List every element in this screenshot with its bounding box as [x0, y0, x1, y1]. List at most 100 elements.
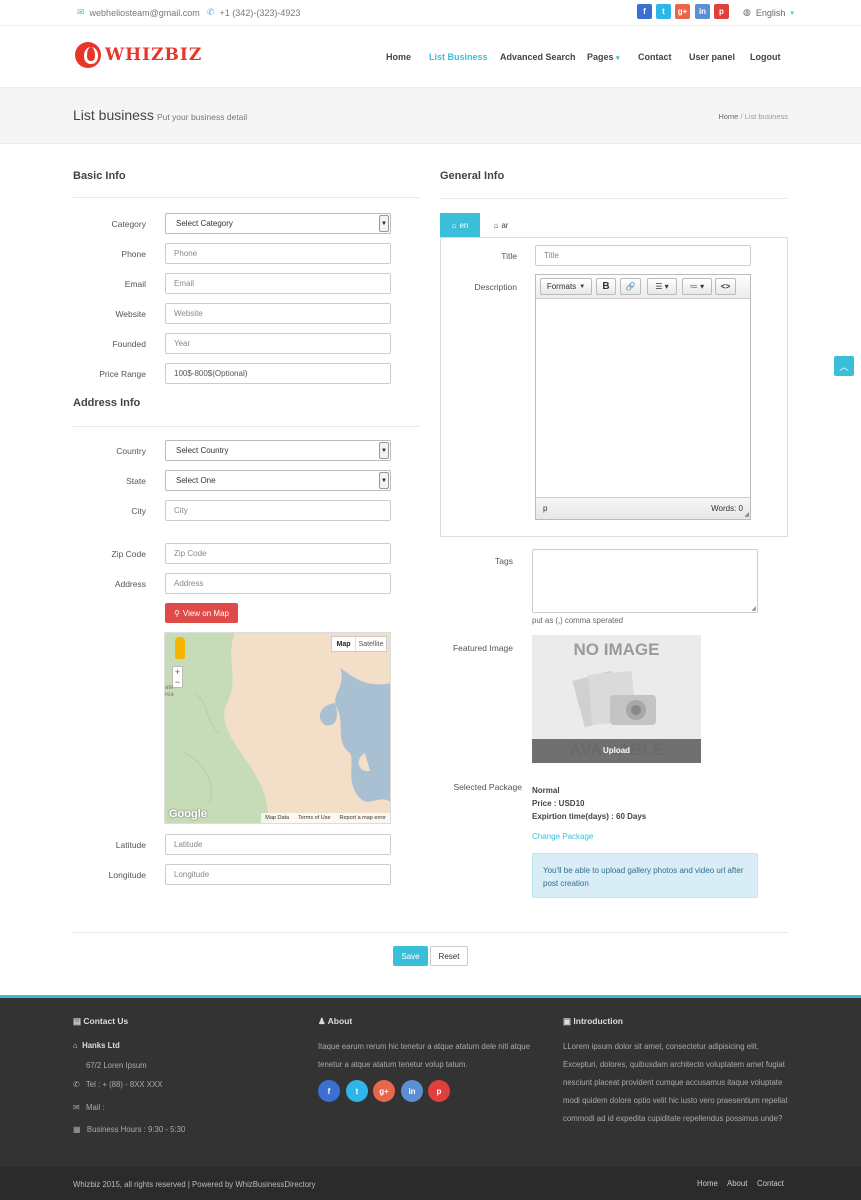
formats-dropdown[interactable]: Formats ▼ — [540, 278, 592, 295]
top-email-text: webheliosteam@gmail.com — [89, 7, 200, 18]
source-code-icon[interactable]: <> — [715, 278, 736, 295]
footer-twitter-icon[interactable]: t — [346, 1080, 368, 1102]
state-select[interactable]: Select One ▼ — [165, 470, 391, 491]
twitter-icon[interactable]: t — [656, 4, 671, 19]
logo-flame-icon — [75, 42, 101, 68]
map-data-link[interactable]: Map Data — [265, 815, 289, 821]
top-phone: ✆ +1 (342)-(323)-4923 — [207, 7, 300, 18]
footer-link-contact[interactable]: Contact — [757, 1179, 784, 1188]
facebook-icon[interactable]: f — [637, 4, 652, 19]
nav-user-panel[interactable]: User panel — [689, 52, 735, 62]
map-type-map[interactable]: Map — [332, 637, 357, 651]
nav-logout[interactable]: Logout — [750, 52, 781, 62]
camera-icon — [572, 670, 656, 728]
price-range-input[interactable]: 100$-800$(Optional) — [165, 363, 391, 384]
reset-button[interactable]: Reset — [430, 946, 468, 966]
latitude-label: Latitude — [115, 840, 146, 850]
email-input[interactable]: Email — [165, 273, 391, 294]
chevron-down-icon: ▾ — [790, 9, 794, 17]
phone-input[interactable]: Phone — [165, 243, 391, 264]
tab-en[interactable]: ⌂ en — [440, 213, 480, 238]
language-label: English — [755, 7, 786, 18]
category-select[interactable]: Select Category ▼ — [165, 213, 391, 234]
top-email[interactable]: ✉ webheliosteam@gmail.com — [77, 7, 200, 18]
footer-linkedin-icon[interactable]: in — [401, 1080, 423, 1102]
featured-image-label: Featured Image — [452, 643, 513, 653]
scroll-top-button[interactable]: ︿ — [834, 356, 854, 376]
home-icon: ⌂ — [73, 1041, 78, 1050]
divider — [440, 198, 788, 199]
envelope-icon: ✉ — [77, 7, 85, 17]
map-view[interactable]: + − ate rea Map Satellite Google Map Data … — [164, 632, 391, 824]
website-input[interactable]: Website — [165, 303, 391, 324]
pegman-icon[interactable] — [175, 637, 185, 659]
page-title-text: List business — [73, 107, 154, 123]
city-label: City — [131, 506, 146, 516]
longitude-input[interactable]: Longitude — [165, 864, 391, 885]
country-label: Country — [116, 446, 146, 456]
description-editor[interactable]: Formats ▼ B 🔗 ☰ ▾ ≔ ▾ <> p Words: 0 ◢ — [535, 274, 751, 520]
numbered-list-icon[interactable]: ≔ ▾ — [682, 278, 712, 295]
footer-tel-text: Tel : + (88) - 8XX XXX — [85, 1080, 163, 1089]
state-label: State — [126, 476, 146, 486]
map-terms-link[interactable]: Terms of Use — [298, 815, 330, 821]
bullet-list-icon[interactable]: ☰ ▾ — [647, 278, 677, 295]
nav-advanced-search[interactable]: Advanced Search — [500, 52, 576, 62]
linkedin-icon[interactable]: in — [695, 4, 710, 19]
footer-intro-heading-text: Introduction — [573, 1016, 623, 1026]
logo-text: WHIZBIZ — [105, 45, 203, 65]
link-icon[interactable]: 🔗 — [620, 278, 641, 295]
map-report-link[interactable]: Report a map error — [340, 815, 386, 821]
footer-pinterest-icon[interactable]: p — [428, 1080, 450, 1102]
view-on-map-button[interactable]: ⚲ View on Map — [165, 603, 238, 623]
footer-company-text: Hanks Ltd — [82, 1041, 120, 1050]
category-select-value: Select Category — [176, 219, 233, 228]
breadcrumb-separator: / — [740, 112, 743, 121]
map-marker-icon: ⚲ — [174, 608, 180, 618]
change-package-link[interactable]: Change Package — [532, 832, 593, 841]
footer-link-home[interactable]: Home — [697, 1179, 718, 1188]
footer-link-about[interactable]: About — [727, 1179, 747, 1188]
resize-handle-icon[interactable]: ◢ — [751, 605, 756, 612]
language-select[interactable]: ◍ English ▾ — [743, 7, 794, 18]
tags-textarea[interactable]: ◢ — [532, 549, 758, 613]
nav-pages[interactable]: Pages ▾ — [587, 52, 620, 62]
google-logo: Google — [169, 808, 207, 820]
info-alert: You'll be able to upload gallery photos … — [532, 853, 758, 898]
page-title-band: List business Put your business detail Ho… — [0, 88, 861, 144]
logo[interactable]: WHIZBIZ — [75, 42, 202, 68]
tags-hint: put as (,) comma sperated — [532, 616, 624, 625]
nav-contact[interactable]: Contact — [638, 52, 672, 62]
footer-google-plus-icon[interactable]: g+ — [373, 1080, 395, 1102]
footer-tel: ✆ Tel : + (88) - 8XX XXX — [73, 1076, 162, 1094]
title-input[interactable]: Title — [535, 245, 751, 266]
nav-list-business[interactable]: List Business — [429, 52, 488, 62]
footer-about-text: Itaque earum rerum hic tenetur a atque a… — [318, 1042, 530, 1069]
tab-en-label: en — [459, 221, 469, 230]
zip-input[interactable]: Zip Code — [165, 543, 391, 564]
upload-button[interactable]: Upload — [532, 746, 701, 755]
price-range-label: Price Range — [99, 369, 146, 379]
google-plus-icon[interactable]: g+ — [675, 4, 690, 19]
breadcrumb-home[interactable]: Home — [718, 112, 738, 121]
tab-ar[interactable]: ⌂ ar — [483, 213, 519, 238]
globe-icon: ◍ — [743, 7, 751, 17]
resize-handle-icon[interactable]: ◢ — [744, 511, 749, 518]
address-input[interactable]: Address — [165, 573, 391, 594]
nav-home[interactable]: Home — [386, 52, 411, 62]
bold-button[interactable]: B — [596, 278, 616, 295]
map-type-satellite[interactable]: Satellite — [356, 637, 386, 651]
map-attribution: Map Data Terms of Use Report a map error — [261, 813, 390, 823]
basic-info-heading: Basic Info — [73, 170, 126, 182]
save-button[interactable]: Save — [393, 946, 428, 966]
footer-facebook-icon[interactable]: f — [318, 1080, 340, 1102]
pinterest-icon[interactable]: p — [714, 4, 729, 19]
city-input[interactable]: City — [165, 500, 391, 521]
select-arrow-icon: ▼ — [379, 215, 389, 232]
upload-overlay[interactable]: AVAILABLE Upload — [532, 739, 701, 763]
editor-body[interactable] — [536, 299, 750, 497]
latitude-input[interactable]: Latitude — [165, 834, 391, 855]
footer-intro-text: LLorem ipsum dolor sit amet, consectetur… — [563, 1042, 788, 1123]
country-select[interactable]: Select Country ▼ — [165, 440, 391, 461]
founded-input[interactable]: Year — [165, 333, 391, 354]
